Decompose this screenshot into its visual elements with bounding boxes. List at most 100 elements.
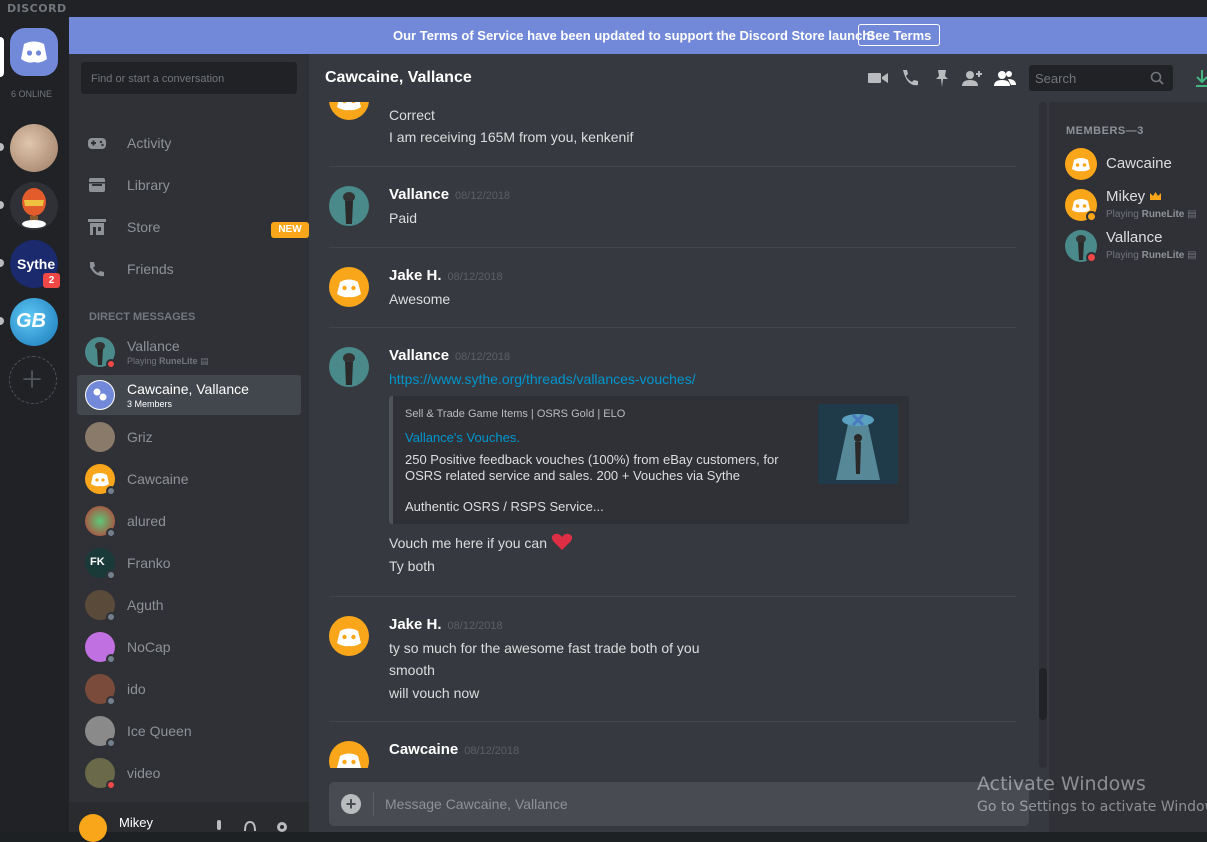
message-text: Ty both [389, 558, 435, 574]
controller-icon [88, 138, 106, 149]
embed-description: 250 Positive feedback vouches (100%) fro… [405, 452, 779, 483]
notice-banner: Our Terms of Service have been updated t… [69, 17, 1207, 54]
member-activity: Playing RuneLite ▤ [1106, 250, 1197, 261]
message-text: smooth [389, 662, 435, 678]
unread-indicator [0, 317, 4, 325]
headphones-icon[interactable] [243, 820, 257, 832]
settings-gear-icon[interactable] [275, 820, 289, 832]
message-author[interactable]: Cawcaine 08/12/2018 [389, 741, 519, 758]
user-avatar[interactable] [79, 814, 107, 842]
author-avatar[interactable] [329, 102, 369, 120]
activity-icon: ▤ [1187, 250, 1197, 261]
status-dnd [106, 359, 116, 369]
scrollbar-thumb[interactable] [1039, 668, 1047, 720]
pin-icon[interactable] [931, 68, 953, 88]
find-conversation-placeholder: Find or start a conversation [91, 73, 225, 85]
status-dnd [1086, 252, 1097, 263]
embed-thumbnail[interactable] [818, 404, 898, 484]
dm-name: Vallance [127, 338, 180, 354]
voice-call-icon[interactable] [899, 68, 921, 88]
status-offline [106, 738, 116, 748]
author-avatar[interactable] [329, 741, 369, 768]
message-divider [329, 596, 1016, 597]
message-author[interactable]: Vallance 08/12/2018 [389, 347, 510, 364]
title-bar: DISCORD [0, 0, 1207, 17]
dm-item-griz[interactable]: Griz [77, 417, 301, 457]
message-text: will vouch now [389, 685, 480, 701]
author-avatar[interactable] [329, 186, 369, 226]
message-text: Correct [389, 107, 435, 123]
dm-item-ido[interactable]: ido [77, 669, 301, 709]
dm-item-video[interactable]: video [77, 753, 301, 793]
composer: + Message Cawcaine, Vallance [309, 768, 1049, 832]
direct-messages-header: DIRECT MESSAGES [89, 311, 196, 323]
message-list: Correct I am receiving 165M from you, ke… [309, 102, 1049, 768]
download-icon[interactable] [1191, 68, 1207, 88]
member-list: MEMBERS—3 Cawcaine Mikey Playing RuneLit… [1049, 102, 1207, 832]
dm-item-cawcaine[interactable]: Cawcaine [77, 459, 301, 499]
video-call-icon[interactable] [867, 68, 889, 88]
author-avatar[interactable] [329, 347, 369, 387]
member-item-cawcaine[interactable]: Cawcaine [1065, 143, 1207, 183]
friends-icon [90, 262, 104, 277]
activity-icon: ▤ [200, 356, 209, 366]
message-author[interactable]: Jake H. 08/12/2018 [389, 616, 503, 633]
group-icon [86, 381, 114, 409]
link-embed: Sell & Trade Game Items | OSRS Gold | EL… [389, 396, 909, 524]
author-avatar[interactable] [329, 267, 369, 307]
home-button[interactable] [10, 28, 58, 76]
nav-store[interactable]: Store NEW [85, 211, 309, 243]
message-input[interactable]: + Message Cawcaine, Vallance [329, 782, 1029, 826]
dm-item-group[interactable]: Cawcaine, Vallance 3 Members [77, 375, 301, 415]
see-terms-button[interactable]: See Terms [858, 24, 940, 46]
dm-sidebar: Find or start a conversation Activity Li… [69, 54, 309, 832]
dm-name: ido [127, 681, 146, 697]
dm-item-nocap[interactable]: NoCap [77, 627, 301, 667]
home-indicator [0, 37, 4, 77]
member-item-vallance[interactable]: Vallance Playing RuneLite ▤ [1065, 225, 1207, 265]
nav-store-label: Store [127, 219, 161, 235]
member-list-icon[interactable] [994, 68, 1016, 88]
members-header: MEMBERS—3 [1066, 125, 1144, 137]
online-count: 6 ONLINE [11, 89, 53, 99]
nav-friends-label: Friends [127, 261, 174, 277]
mute-icon[interactable] [212, 820, 226, 832]
dm-item-alured[interactable]: alured [77, 501, 301, 541]
add-friend-icon[interactable] [961, 68, 983, 88]
dm-name: Franko [127, 555, 171, 571]
guild-gb[interactable]: GB [10, 298, 58, 346]
dm-item-vallance[interactable]: Vallance Playing RuneLite ▤ [77, 332, 301, 372]
dm-item-aguth[interactable]: Aguth [77, 585, 301, 625]
library-icon [89, 178, 105, 192]
message-link[interactable]: https://www.sythe.org/threads/vallances-… [389, 371, 696, 387]
message-author[interactable]: Jake H. 08/12/2018 [389, 267, 503, 284]
message-author[interactable]: Vallance 08/12/2018 [389, 186, 510, 203]
mention-badge: 2 [43, 273, 60, 288]
nav-friends[interactable]: Friends [85, 253, 295, 285]
message-timestamp: 08/12/2018 [447, 620, 503, 632]
find-conversation-input[interactable]: Find or start a conversation [81, 62, 297, 94]
add-server-button[interactable] [9, 356, 57, 404]
dm-name: Cawcaine, Vallance [127, 381, 249, 397]
upload-plus-icon[interactable]: + [341, 794, 361, 814]
message-text: Paid [389, 210, 418, 226]
nav-library[interactable]: Library [85, 169, 295, 201]
dm-item-franko[interactable]: FK Franko [77, 543, 301, 583]
embed-title-link[interactable]: Vallance's Vouches. [405, 430, 520, 445]
dm-activity: Playing RuneLite ▤ [127, 356, 209, 366]
dm-name: Aguth [127, 597, 164, 613]
guild-balloon[interactable] [10, 182, 58, 230]
status-offline [106, 486, 116, 496]
status-dnd [106, 780, 116, 790]
author-avatar[interactable] [329, 616, 369, 656]
member-item-mikey[interactable]: Mikey Playing RuneLite ▤ [1065, 184, 1207, 224]
message-timestamp: 08/12/2018 [455, 351, 511, 363]
avatar [85, 422, 115, 452]
nav-activity[interactable]: Activity [85, 127, 295, 159]
dm-item-ice-queen[interactable]: Ice Queen [77, 711, 301, 751]
search-input[interactable]: Search [1029, 65, 1173, 91]
guild-icon-1[interactable] [10, 124, 58, 172]
heart-emoji-icon [551, 533, 573, 550]
message-divider [329, 327, 1016, 328]
message-text: Vouch me here if you can [389, 533, 573, 551]
